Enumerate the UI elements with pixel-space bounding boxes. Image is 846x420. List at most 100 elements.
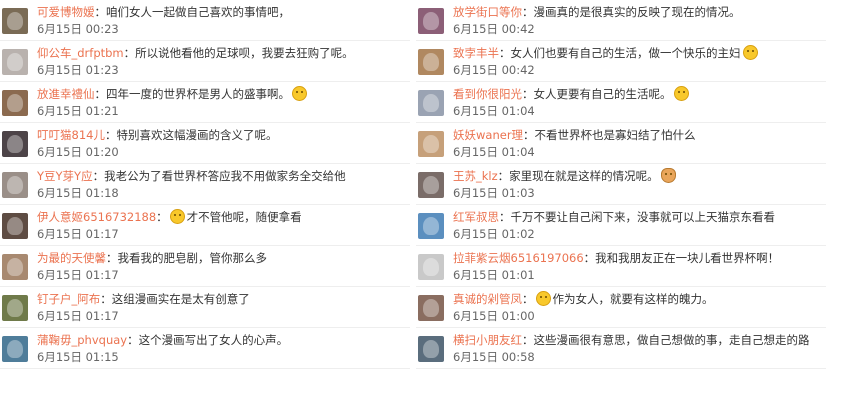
comment-item: 钉子户_阿布：这组漫画实在是太有创意了 6月15日 01:17 <box>0 287 410 328</box>
comment-timestamp: 6月15日 01:01 <box>453 268 535 282</box>
colon-separator: ： <box>100 292 112 306</box>
comment-item: 可爱博物嫒：咱们女人一起做自己喜欢的事情吧， 6月15日 00:23 <box>0 0 410 41</box>
comment-line: 致孛丰半：女人们也要有自己的生活，做一个快乐的主妇 <box>453 45 760 61</box>
comment-item: 横扫小朋友红：这些漫画很有意思，做自己想做的事，走自己想走的路 6月15日 00:… <box>416 328 826 369</box>
smile-emoji-icon <box>673 86 689 101</box>
avatar[interactable] <box>418 172 444 198</box>
avatar[interactable] <box>418 90 444 116</box>
colon-separator: ： <box>497 169 510 183</box>
colon-separator: ： <box>583 251 596 265</box>
comment-timestamp: 6月15日 01:03 <box>453 186 535 200</box>
comment-username-link[interactable]: 横扫小朋友红 <box>453 333 522 347</box>
comment-username-link[interactable]: Y豆Y芽Y应 <box>37 169 93 183</box>
comment-item: 王苏_klz：家里现在就是这样的情况呢。 6月15日 01:03 <box>416 164 826 205</box>
colon-separator: ： <box>106 251 118 265</box>
avatar[interactable] <box>418 8 444 34</box>
colon-separator: ： <box>123 46 136 60</box>
comment-item: 放進幸禮仙：四年一度的世界杯是男人的盛事啊。 6月15日 01:21 <box>0 82 410 123</box>
cat-emoji-icon <box>660 168 676 183</box>
avatar[interactable] <box>418 336 444 362</box>
comment-timestamp: 6月15日 01:04 <box>453 145 535 159</box>
comment-line: 伊人意姬6516732188： 才不管他呢，随便拿看 <box>37 209 302 225</box>
comment-line: 叮叮猫814儿：特别喜欢这幅漫画的含义了呢。 <box>37 127 277 143</box>
comment-line: 可爱博物嫒：咱们女人一起做自己喜欢的事情吧， <box>37 4 290 20</box>
comment-item: 蒲鞠毋_phvquay：这个漫画写出了女人的心声。 6月15日 01:15 <box>0 328 410 369</box>
comment-username-link[interactable]: 看到你很阳光 <box>453 87 522 101</box>
avatar[interactable] <box>2 213 28 239</box>
comment-text: 才不管他呢，随便拿看 <box>186 210 302 224</box>
comment-text: 漫画真的是很真实的反映了现在的情况。 <box>533 5 741 19</box>
avatar[interactable] <box>2 8 28 34</box>
comment-timestamp: 6月15日 00:23 <box>37 22 119 36</box>
comment-column-right: 放学街口等你 ： 漫画真的是很真实的反映了现在的情况。 6月15日 00:42 致孛丰半… <box>416 0 826 369</box>
comment-username-link[interactable]: 叮叮猫814儿 <box>37 128 105 142</box>
comment-item: 看到你很阳光：女人更要有自己的生活呢。 6月15日 01:04 <box>416 82 826 123</box>
smile-emoji-icon <box>169 209 185 224</box>
comment-username-link[interactable]: 拉菲紫云烟6516197066 <box>453 251 584 265</box>
comment-username-link[interactable]: 为最的天使馨 <box>37 251 106 265</box>
comment-username-link[interactable]: 钉子户_阿布 <box>37 292 100 306</box>
comment-line: 仰公车_drfptbm：所以说他看他的足球呗，我要去狂购了呢。 <box>37 45 354 61</box>
comment-text: 女人更要有自己的生活呢。 <box>533 87 672 101</box>
avatar[interactable] <box>2 172 28 198</box>
comment-username-link[interactable]: 蒲鞠毋_phvquay <box>37 333 127 347</box>
comment-line: 为最的天使馨：我看我的肥皂剧，管你那么多 <box>37 250 267 266</box>
comment-username-link[interactable]: 致孛丰半 <box>453 46 499 60</box>
avatar[interactable] <box>418 295 444 321</box>
comment-username-link[interactable]: 可爱博物嫒 <box>37 5 95 19</box>
comment-timestamp: 6月15日 01:18 <box>37 186 119 200</box>
smile-emoji-icon <box>292 86 307 101</box>
avatar[interactable] <box>418 254 444 280</box>
colon-separator: ： <box>94 5 107 19</box>
avatar[interactable] <box>2 49 28 75</box>
comment-item: 致孛丰半：女人们也要有自己的生活，做一个快乐的主妇 6月15日 00:42 <box>416 41 826 82</box>
comment-text: 所以说他看他的足球呗，我要去狂购了呢。 <box>135 46 354 60</box>
comment-line: 王苏_klz：家里现在就是这样的情况呢。 <box>453 168 678 184</box>
avatar[interactable] <box>2 336 28 362</box>
comment-item: 放学街口等你：漫画真的是很真实的反映了现在的情况。 6月15日 00:42 <box>416 0 826 41</box>
comment-text: 特别喜欢这幅漫画的含义了呢。 <box>116 128 278 142</box>
comment-username-link[interactable]: 妖妖waner理 <box>453 128 523 142</box>
comment-item: 拉菲紫云烟6516197066：我和我朋友正在一块儿看世界杯啊！ 6月15日 01… <box>416 246 826 287</box>
avatar[interactable] <box>418 131 444 157</box>
comment-username-link[interactable]: 红军叔思 <box>453 210 499 224</box>
comment-timestamp: 6月15日 01:02 <box>453 227 535 241</box>
comment-username-link[interactable]: 仰公车_drfptbm <box>37 46 124 60</box>
comment-timestamp: 6月15日 01:17 <box>37 268 119 282</box>
comment-item: 伊人意姬6516732188： 才不管他呢，随便拿看 6月15日 01:17 <box>0 205 410 246</box>
comment-username-link[interactable]: 王苏_klz <box>453 169 498 183</box>
comment-item: Y豆Y芽Y应：我老公为了看世界杯答应我不用做家务全交给他 6月15日 01:18 <box>0 164 410 205</box>
comment-line: 钉子户_阿布：这组漫画实在是太有创意了 <box>37 291 250 307</box>
colon-separator: ： <box>523 128 535 142</box>
comment-text: 我和我朋友正在一块儿看世界杯啊！ <box>595 251 780 265</box>
comment-text: 女人们也要有自己的生活，做一个快乐的主妇 <box>510 46 741 60</box>
comment-text: 千万不要让自己闲下来，没事就可以上天猫京东看看 <box>510 210 776 224</box>
colon-separator: ： <box>94 87 107 101</box>
comment-item: 真诚的剁管凤： 作为女人，就要有这样的魄力。 6月15日 01:00 <box>416 287 826 328</box>
comment-line: 红军叔思：千万不要让自己闲下来，没事就可以上天猫京东看看 <box>453 209 775 225</box>
comment-timestamp: 6月15日 01:00 <box>453 309 535 323</box>
avatar[interactable] <box>418 213 444 239</box>
comment-timestamp: 6月15日 00:42 <box>453 22 535 36</box>
comment-item: 妖妖waner理：不看世界杯也是寡妇结了怕什么 6月15日 01:04 <box>416 123 826 164</box>
colon-separator: ： <box>92 169 105 183</box>
comment-username-link[interactable]: 伊人意姬6516732188 <box>37 210 156 224</box>
comment-text: 这组漫画实在是太有创意了 <box>111 292 250 306</box>
comment-timestamp: 6月15日 00:58 <box>453 350 535 364</box>
comment-username-link[interactable]: 真诚的剁管凤 <box>453 292 522 306</box>
colon-separator: ： <box>522 333 534 347</box>
comment-item: 叮叮猫814儿：特别喜欢这幅漫画的含义了呢。 6月15日 01:20 <box>0 123 410 164</box>
comment-timestamp: 6月15日 01:17 <box>37 309 119 323</box>
avatar[interactable] <box>2 90 28 116</box>
avatar[interactable] <box>418 49 444 75</box>
avatar[interactable] <box>2 254 28 280</box>
comment-text: 不看世界杯也是寡妇结了怕什么 <box>534 128 696 142</box>
comment-username-link[interactable]: 放進幸禮仙 <box>37 87 95 101</box>
avatar[interactable] <box>2 131 28 157</box>
comment-list: 可爱博物嫒：咱们女人一起做自己喜欢的事情吧， 6月15日 00:23 仰公车_drf… <box>0 0 846 420</box>
comment-username-link[interactable]: 放学街口等你 <box>453 5 522 19</box>
colon-separator: ： <box>499 46 511 60</box>
colon-separator: ： <box>127 333 139 347</box>
avatar[interactable] <box>2 295 28 321</box>
comment-line: 蒲鞠毋_phvquay：这个漫画写出了女人的心声。 <box>37 332 288 348</box>
